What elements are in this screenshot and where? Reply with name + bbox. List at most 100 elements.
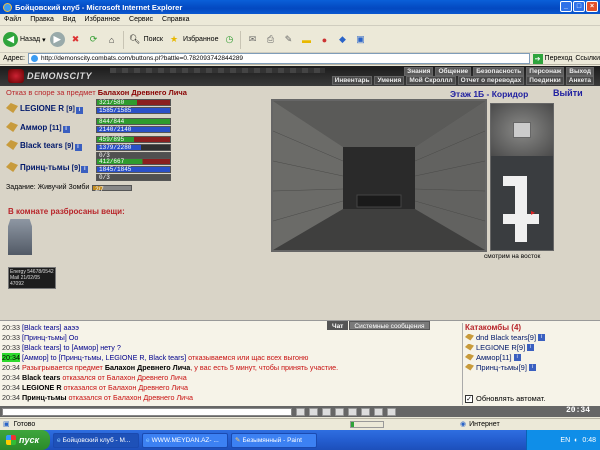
nav-security[interactable]: Безопасность	[473, 67, 525, 76]
bookmark-icon[interactable]: ▣	[353, 33, 367, 47]
go-button[interactable]: ➔ Переход	[532, 53, 572, 64]
room-user[interactable]: Принц-тьмы[9] i	[463, 362, 596, 372]
address-input[interactable]: http://demonscity.combats.com/buttons.pl…	[27, 53, 530, 64]
room-user[interactable]: Аммор[11] i	[463, 352, 596, 362]
translit-icon[interactable]	[361, 407, 370, 416]
nav-transfers[interactable]: Отчет о переводах	[457, 76, 525, 85]
tab-chat[interactable]: Чат	[327, 321, 349, 330]
nav-logout[interactable]: Выход	[566, 67, 594, 76]
logo-emblem-icon	[8, 69, 24, 83]
back-button[interactable]: ◀ Назад ▾	[3, 32, 46, 47]
start-button[interactable]: пуск	[0, 430, 50, 450]
room-user[interactable]: LEGIONE R[9] i	[463, 342, 596, 352]
nav-inventory[interactable]: Инвентарь	[331, 76, 373, 85]
info-icon[interactable]: i	[528, 363, 536, 371]
send-icon[interactable]	[296, 407, 305, 416]
turn-arrows-icon[interactable]	[513, 122, 531, 138]
nav-character[interactable]: Персонаж	[526, 67, 565, 76]
stop-icon[interactable]: ✖	[69, 33, 83, 47]
info-icon[interactable]: i	[527, 343, 535, 351]
maximize-button[interactable]: □	[573, 1, 585, 12]
messenger-icon[interactable]: ●	[317, 33, 331, 47]
history-icon[interactable]: ◷	[222, 33, 236, 47]
sound-icon[interactable]	[387, 407, 396, 416]
edit-icon[interactable]: ✎	[281, 33, 295, 47]
chat-input[interactable]	[2, 407, 292, 416]
nav-fights[interactable]: Поединки	[526, 76, 564, 85]
volume-icon[interactable]: ◐	[574, 437, 578, 444]
fighter-level: [9]	[66, 106, 75, 113]
mp-value: 2140/2140	[99, 126, 132, 133]
search-button[interactable]: 🔍︎ Поиск	[128, 33, 163, 47]
task-label: Задание: Живучий Зомби	[6, 184, 90, 191]
taskbar-item[interactable]: ✎ Безымянный - Paint	[231, 432, 317, 448]
smiles-icon[interactable]	[322, 407, 331, 416]
nav-skills[interactable]: Умения	[374, 76, 405, 85]
research-icon[interactable]: ◆	[335, 33, 349, 47]
forward-button[interactable]: ▶	[49, 32, 65, 47]
windows-taskbar: пуск e Бойцовский клуб - М... e WWW.MEYDAN…	[0, 430, 600, 450]
info-icon[interactable]: i	[513, 353, 521, 361]
items-title: В комнате разбросаны вещи:	[8, 207, 125, 216]
folder-icon[interactable]: ▬	[299, 33, 313, 47]
toolbar-separator	[122, 30, 124, 49]
info-icon[interactable]: i	[81, 166, 89, 173]
toolbar: ◀ Назад ▾ ▶ ✖ ⟳ ⌂ 🔍︎ Поиск ★ Избранное ◷…	[0, 27, 600, 53]
chat-line: 20:33 [Принц-тьмы] Оо	[2, 333, 79, 342]
game-logo[interactable]: DEMONSCITY	[8, 69, 92, 83]
menu-file[interactable]: Файл	[4, 16, 21, 23]
map-cell	[503, 176, 515, 186]
armor-item-icon[interactable]	[8, 219, 32, 255]
filter-icon[interactable]	[335, 407, 344, 416]
menu-tools[interactable]: Сервис	[129, 16, 153, 23]
favorites-button[interactable]: ★ Избранное	[167, 33, 219, 47]
dispute-message: Отказ в споре за предмет Балахон Древнег…	[6, 88, 266, 97]
fighter-name[interactable]: Принц-тьмы [9] i	[20, 163, 89, 173]
fighter-name[interactable]: Аммор [11] i	[20, 123, 70, 133]
info-icon[interactable]: i	[75, 107, 83, 114]
mp-value: 1585/1585	[99, 107, 132, 114]
back-dropdown-icon[interactable]: ▾	[42, 36, 46, 44]
chat-tabs: Чат Системные сообщения	[327, 321, 430, 330]
fighter-bars: 459/895 1379/2280 0/3	[96, 136, 171, 160]
nav-knowledge[interactable]: Знания	[404, 67, 434, 76]
fighter-name[interactable]: Black tears [9] i	[20, 141, 82, 151]
menu-help[interactable]: Справка	[162, 16, 189, 23]
refresh-chat-icon[interactable]	[348, 407, 357, 416]
info-icon[interactable]: i	[538, 333, 546, 341]
nav-profile[interactable]: Анкета	[565, 76, 594, 85]
auto-refresh-option[interactable]: ✓ Обновлять автомат.	[465, 394, 545, 403]
minimize-button[interactable]: _	[560, 1, 572, 12]
nav-scroll[interactable]: Мой Скроллл	[406, 76, 456, 85]
language-indicator[interactable]: EN	[560, 437, 570, 444]
menu-favorites[interactable]: Избранное	[85, 16, 120, 23]
search-label: Поиск	[143, 36, 163, 43]
compass-control[interactable]	[491, 104, 553, 156]
menu-view[interactable]: Вид	[63, 16, 76, 23]
taskbar-item[interactable]: e Бойцовский клуб - М...	[53, 432, 139, 448]
fighter-name[interactable]: LEGIONE R [9] i	[20, 104, 83, 114]
address-url: http://demonscity.combats.com/buttons.pl…	[40, 55, 244, 62]
close-button[interactable]: ×	[586, 1, 598, 12]
status-page-icon: ▣	[3, 421, 10, 428]
info-icon[interactable]: i	[74, 144, 82, 151]
links-button[interactable]: Ссылки	[575, 55, 600, 62]
info-icon[interactable]: i	[62, 126, 70, 133]
home-icon[interactable]: ⌂	[105, 33, 119, 47]
ie-icon: e	[57, 436, 61, 444]
refresh-icon[interactable]: ⟳	[87, 33, 101, 47]
dungeon-view[interactable]	[271, 99, 487, 252]
nav-chat[interactable]: Общение	[435, 67, 472, 76]
mail-icon[interactable]: ✉	[245, 33, 259, 47]
stamina-bar: 0/3	[96, 174, 171, 181]
taskbar-item[interactable]: e WWW.MEYDAN.AZ- ...	[142, 432, 228, 448]
clear-icon[interactable]	[309, 407, 318, 416]
settings-icon[interactable]	[374, 407, 383, 416]
auto-refresh-checkbox[interactable]: ✓	[465, 394, 473, 403]
print-icon[interactable]: ⎙	[263, 33, 277, 47]
tab-system-messages[interactable]: Системные сообщения	[349, 321, 430, 330]
nav-top: Знания Общение Безопасность Персонаж Вых…	[404, 67, 594, 76]
room-user[interactable]: dnd Black tears[9] i	[463, 332, 596, 342]
exit-button[interactable]: Выйти	[553, 88, 583, 98]
menu-edit[interactable]: Правка	[30, 16, 54, 23]
